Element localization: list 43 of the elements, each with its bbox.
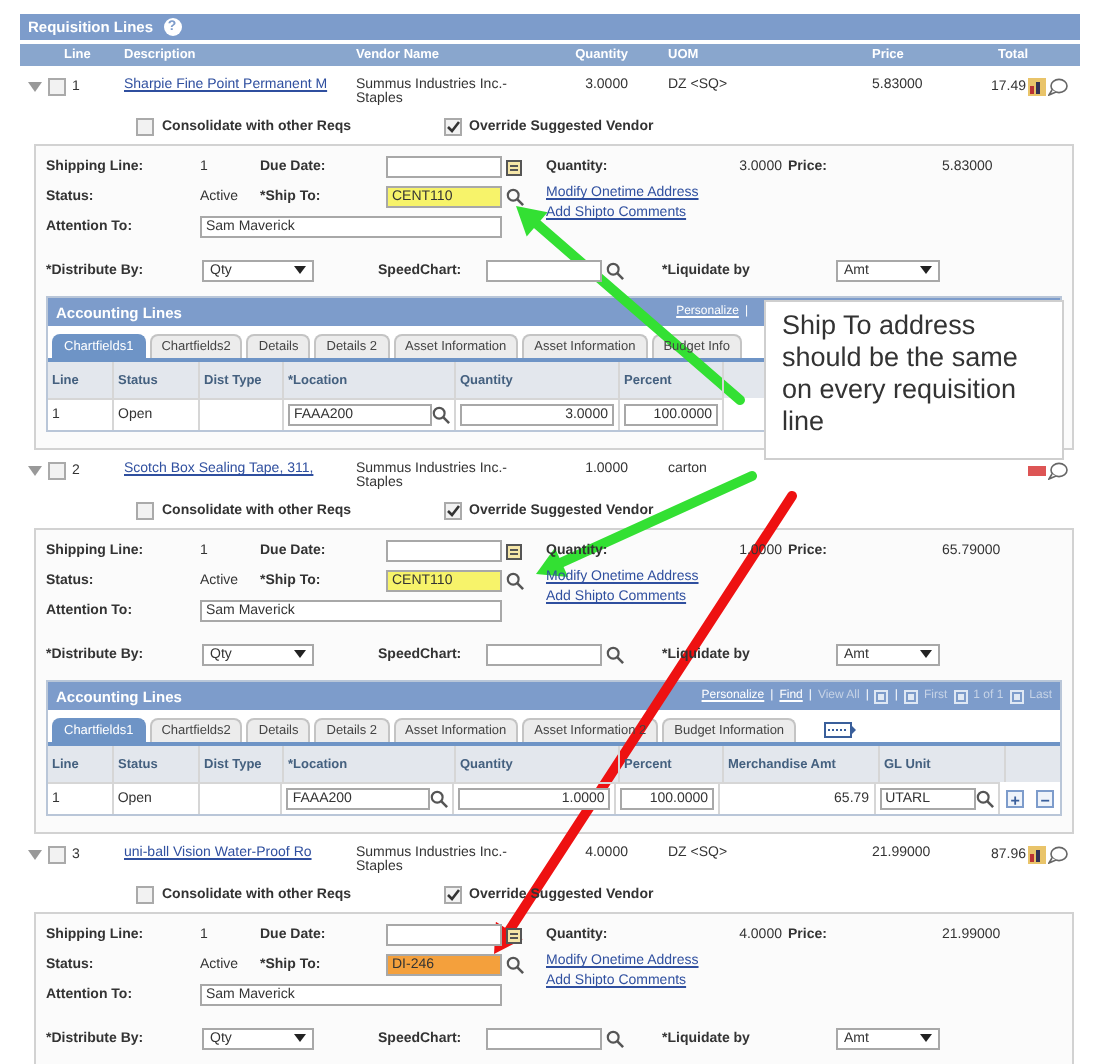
checkbox[interactable] [443,886,462,904]
delete-row-button[interactable]: − [1036,789,1055,807]
checkbox[interactable] [136,502,154,520]
calendar-icon[interactable] [506,927,522,943]
search-icon[interactable] [506,572,524,590]
checkbox[interactable] [48,462,66,480]
checkbox[interactable] [48,846,66,864]
speedchart-field[interactable] [486,259,602,281]
search-icon[interactable] [506,956,524,974]
add-row-button[interactable]: + [1006,789,1025,807]
comment-icon[interactable] [1048,78,1068,96]
speedchart-field[interactable] [486,1027,602,1049]
comment-icon[interactable] [1048,846,1068,864]
collapse-icon[interactable] [28,850,42,860]
calendar-icon[interactable] [506,543,522,559]
search-icon[interactable] [432,406,450,424]
due-date-field[interactable] [386,156,502,178]
caret-icon [294,650,306,658]
caret-icon [294,266,306,274]
checkbox[interactable] [443,502,462,520]
caret-icon [920,1034,932,1042]
search-icon[interactable] [606,261,624,279]
speedchart-field[interactable] [486,643,602,665]
checkbox[interactable] [48,78,66,96]
checkbox[interactable] [136,886,154,904]
search-icon[interactable] [606,1029,624,1047]
checkbox[interactable] [443,118,462,136]
caret-icon [920,266,932,274]
collapse-icon[interactable] [28,466,42,476]
search-icon[interactable] [506,188,524,206]
comment-icon[interactable] [1048,462,1068,480]
due-date-field[interactable] [386,924,502,946]
calendar-icon[interactable] [506,159,522,175]
grid-view-icon[interactable] [824,722,857,738]
search-icon[interactable] [976,790,995,808]
callout-note: Ship To address should be the same on every requisition line [764,300,1064,460]
collapse-icon[interactable] [28,82,42,92]
caret-icon [294,1034,306,1042]
search-icon[interactable] [429,790,448,808]
search-icon[interactable] [606,645,624,663]
caret-icon [920,650,932,658]
due-date-field[interactable] [386,540,502,562]
checkbox[interactable] [136,118,154,136]
